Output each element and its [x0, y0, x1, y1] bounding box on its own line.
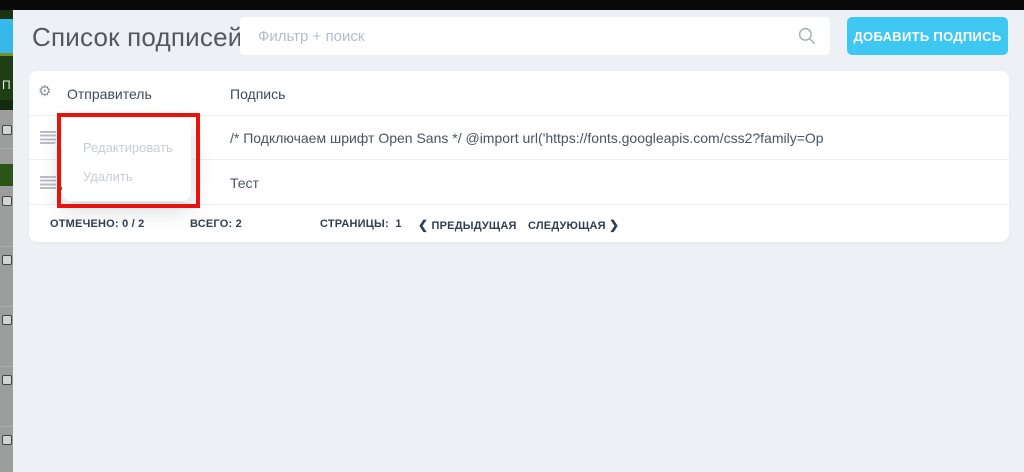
background-checkbox [2, 255, 12, 265]
selected-count-value: 0 / 2 [122, 218, 144, 230]
add-signature-button[interactable]: ДОБАВИТЬ ПОДПИСЬ [847, 17, 1008, 55]
background-checkbox [2, 125, 12, 135]
chevron-right-icon: ❯ [609, 218, 619, 232]
search-icon[interactable] [798, 27, 816, 45]
pagination-prev-button[interactable]: ❮ ПРЕДЫДУЩАЯ [418, 218, 517, 232]
column-header-signature[interactable]: Подпись [230, 86, 285, 102]
pagination-next-button[interactable]: СЛЕДУЮЩАЯ ❯ [528, 218, 619, 232]
table-header-row: ⚙ Отправитель Подпись [29, 71, 1009, 116]
total-count: ВСЕГО: 2 [190, 218, 242, 230]
top-black-bar [0, 0, 1024, 10]
column-header-sender[interactable]: Отправитель [67, 86, 152, 102]
background-green-block [0, 10, 13, 19]
background-checkbox [2, 375, 12, 385]
row-menu-icon[interactable] [40, 131, 56, 144]
background-page-strip: П [0, 10, 13, 472]
pagination-prev-label: ПРЕДЫДУЩАЯ [432, 220, 517, 232]
pages-indicator: СТРАНИЦЫ: 1 [320, 218, 402, 230]
background-green-row-fragment [0, 164, 13, 186]
search-input[interactable] [240, 17, 830, 55]
selected-count-label: ОТМЕЧЕНО: [50, 218, 119, 230]
background-checkbox [2, 435, 12, 445]
annotation-red-box [57, 113, 200, 208]
pages-value: 1 [395, 218, 401, 230]
selected-count: ОТМЕЧЕНО: 0 / 2 [50, 218, 144, 230]
chevron-left-icon: ❮ [418, 218, 428, 232]
background-checkbox [2, 196, 12, 206]
page-title: Список подписей [32, 22, 242, 53]
background-row-divider [0, 306, 13, 307]
total-count-label: ВСЕГО: [190, 218, 232, 230]
background-text-fragment: П [2, 78, 11, 92]
total-count-value: 2 [236, 218, 242, 230]
screenshot-root: П Список подписей ДОБАВИТЬ ПОДПИСЬ ⚙ Отп… [0, 0, 1024, 472]
row-menu-icon[interactable] [40, 176, 56, 189]
search-input-wrapper [240, 17, 830, 55]
gear-icon[interactable]: ⚙ [38, 83, 51, 101]
pagination-next-label: СЛЕДУЮЩАЯ [528, 220, 606, 232]
signature-cell: Тест [230, 175, 259, 191]
background-row-divider [0, 148, 13, 149]
pages-label: СТРАНИЦЫ: [320, 218, 389, 230]
background-checkbox [2, 315, 12, 325]
background-row-divider [0, 426, 13, 427]
background-row-divider [0, 366, 13, 367]
table-footer: ОТМЕЧЕНО: 0 / 2 ВСЕГО: 2 СТРАНИЦЫ: 1 ❮ П… [29, 205, 1009, 242]
background-green-block [0, 100, 13, 110]
background-row-divider [0, 246, 13, 247]
background-cyan-button-fragment [0, 19, 13, 53]
signature-cell: /* Подключаем шрифт Open Sans */ @import… [230, 130, 824, 146]
